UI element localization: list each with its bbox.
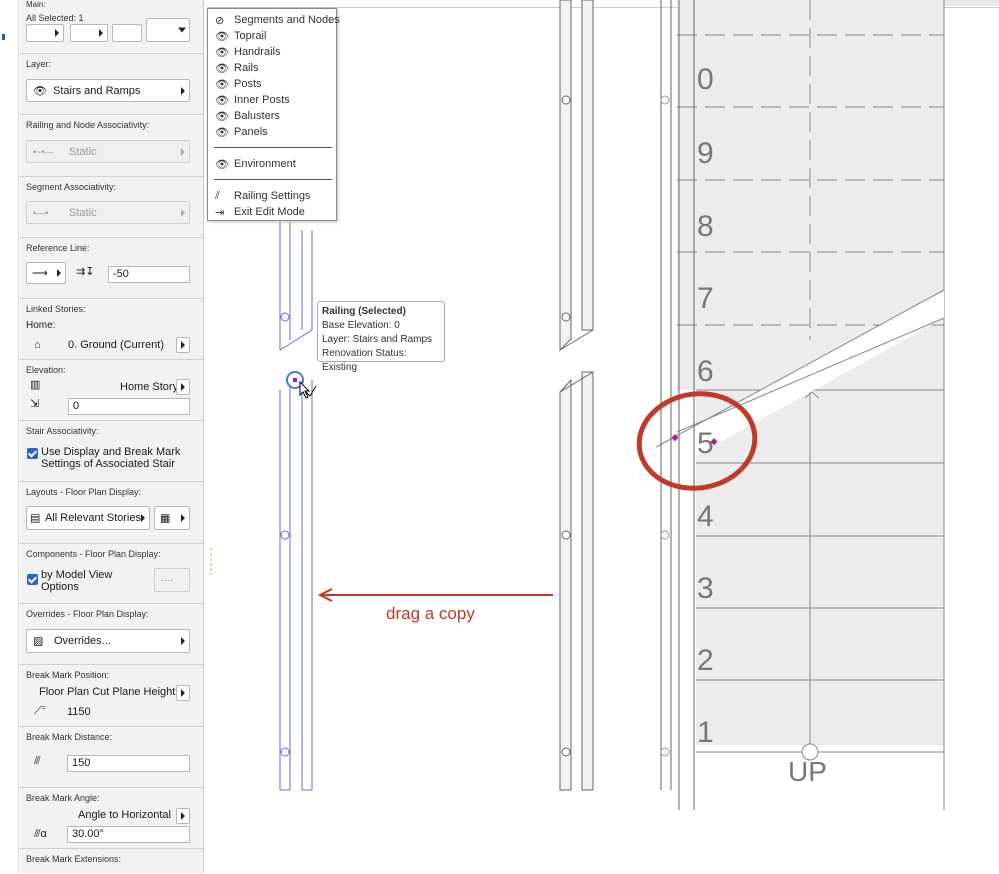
- eye-icon: 👁: [215, 110, 229, 123]
- original-railing[interactable]: [559, 0, 594, 791]
- railing-icon: ⫽: [215, 189, 220, 202]
- menu-item-balusters[interactable]: 👁 Balusters: [215, 108, 280, 124]
- menu-item-panels[interactable]: 👁 Panels: [215, 124, 268, 140]
- menu-item-inner-posts[interactable]: 👁 Inner Posts: [215, 92, 290, 108]
- menu-item-rails[interactable]: 👁 Rails: [215, 60, 258, 76]
- tooltip-renovation: Renovation Status: Existing: [322, 348, 407, 373]
- floor-plan-canvas[interactable]: [0, 0, 999, 873]
- step-number: 3: [697, 572, 714, 605]
- eye-icon: 👁: [215, 62, 229, 75]
- exit-icon: ⇥: [215, 206, 225, 219]
- step-number: 4: [697, 500, 714, 533]
- step-number: 7: [697, 282, 714, 315]
- stair-element[interactable]: [655, 0, 945, 810]
- menu-item-railing-settings[interactable]: ⫽ Railing Settings: [215, 188, 310, 204]
- step-number: 1: [697, 716, 714, 749]
- menu-item-label: Inner Posts: [234, 94, 290, 106]
- step-number: 5: [697, 427, 714, 460]
- eye-icon: 👁: [215, 46, 229, 59]
- menu-item-label: Toprail: [234, 30, 267, 42]
- menu-item-handrails[interactable]: 👁 Handrails: [215, 44, 280, 60]
- menu-item-environment[interactable]: 👁 Environment: [215, 156, 296, 172]
- eye-icon: 👁: [215, 30, 229, 43]
- step-number: 0: [697, 63, 714, 96]
- menu-item-label: Posts: [234, 78, 262, 90]
- menu-item-label: Environment: [234, 158, 296, 170]
- menu-item-label: Rails: [234, 62, 259, 74]
- tooltip-title: Railing (Selected): [322, 306, 406, 317]
- cursor-icon: [299, 380, 311, 399]
- context-menu: ⊘ Segments and Nodes 👁 Toprail 👁 Handrails …: [207, 8, 340, 221]
- selected-railing-copy[interactable]: [279, 222, 313, 791]
- menu-separator: [214, 179, 332, 180]
- step-number: 6: [697, 355, 714, 388]
- menu-item-toprail[interactable]: 👁 Toprail: [215, 28, 266, 44]
- eye-icon: 👁: [215, 158, 229, 171]
- drag-arrow: [317, 588, 553, 602]
- menu-item-label: Panels: [234, 126, 268, 138]
- menu-item-label: Exit Edit Mode: [234, 206, 305, 218]
- step-number: 9: [697, 137, 714, 170]
- menu-item-label: Balusters: [234, 110, 280, 122]
- drag-label: drag a copy: [386, 604, 475, 623]
- up-label: UP: [788, 756, 827, 787]
- eye-icon: 👁: [215, 94, 229, 107]
- menu-item-label: Handrails: [234, 46, 281, 58]
- element-tooltip: Railing (Selected) Base Elevation: 0 Lay…: [317, 301, 445, 373]
- step-number: 2: [697, 644, 714, 677]
- menu-item-posts[interactable]: 👁 Posts: [215, 76, 262, 92]
- step-number: 8: [697, 210, 714, 243]
- tooltip-base-elevation: Base Elevation: 0: [322, 320, 400, 331]
- eye-crossed-icon: ⊘: [215, 14, 225, 27]
- menu-item-segments-nodes[interactable]: ⊘ Segments and Nodes: [215, 12, 340, 28]
- eye-icon: 👁: [215, 126, 229, 139]
- menu-separator: [214, 147, 332, 148]
- menu-item-label: Railing Settings: [234, 190, 311, 202]
- menu-item-label: Segments and Nodes: [234, 14, 340, 26]
- eye-icon: 👁: [215, 78, 229, 91]
- menu-item-exit-edit[interactable]: ⇥ Exit Edit Mode: [215, 204, 305, 220]
- tooltip-layer: Layer: Stairs and Ramps: [322, 334, 433, 345]
